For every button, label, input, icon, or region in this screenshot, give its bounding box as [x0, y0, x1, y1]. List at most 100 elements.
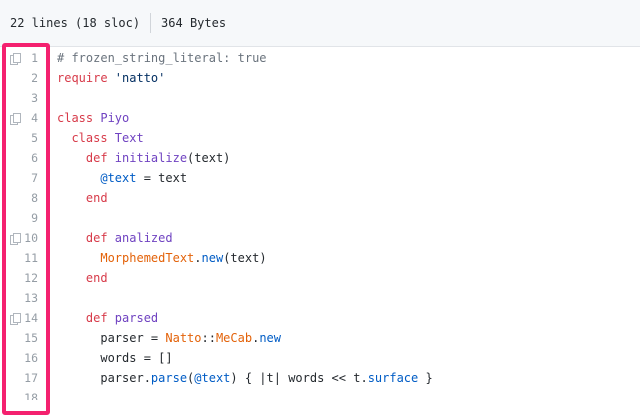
line-number[interactable]: 7 [31, 168, 38, 188]
line-gutter: 7 [0, 168, 48, 188]
code-token: parser. [57, 371, 151, 385]
code-text: end [57, 268, 108, 288]
code-token: } [418, 371, 433, 385]
code-line: 5 class Text [0, 128, 640, 148]
code-line: 13 [0, 288, 640, 308]
code-token: MeCab [215, 331, 253, 345]
line-number[interactable]: 11 [24, 248, 38, 268]
line-number[interactable]: 12 [24, 268, 38, 288]
code-line: 11 MorphemedText.new(text) [0, 248, 640, 268]
copy-icon[interactable] [10, 233, 21, 245]
line-number[interactable]: 5 [31, 128, 38, 148]
code-token: @text [194, 371, 231, 385]
code-text: words = [] [57, 348, 173, 368]
code-line: 9 [0, 208, 640, 228]
code-token: ) { |t| words << t. [230, 371, 368, 385]
code-text: def analized [57, 228, 173, 248]
code-token: . [194, 251, 202, 265]
file-size: 364 Bytes [161, 16, 227, 30]
code-token: (text) [223, 251, 267, 265]
line-number[interactable]: 18 [24, 388, 38, 400]
code-token: def [57, 311, 115, 325]
code-text: def parsed [57, 308, 158, 328]
code-text: end [57, 188, 108, 208]
line-number[interactable]: 6 [31, 148, 38, 168]
code-token: words = [] [57, 351, 173, 365]
line-gutter: 17 [0, 368, 48, 388]
line-number[interactable]: 10 [24, 228, 38, 248]
code-token: Natto [165, 331, 202, 345]
code-token: def [57, 231, 115, 245]
code-token: end [57, 271, 108, 285]
code-line: 17 parser.parse(@text) { |t| words << t.… [0, 368, 640, 388]
code-line: 15 parser = Natto::MeCab.new [0, 328, 640, 348]
code-line: 18 [0, 388, 640, 400]
code-token: MorphemedText [57, 251, 195, 265]
line-number[interactable]: 4 [31, 108, 38, 128]
code-text: class Piyo [57, 108, 129, 128]
line-gutter: 4 [0, 108, 48, 128]
line-number[interactable]: 15 [24, 328, 38, 348]
code-token: class [57, 111, 101, 125]
code-token: (text) [187, 151, 231, 165]
code-text: parser.parse(@text) { |t| words << t.sur… [57, 368, 433, 388]
code-token: 'natto' [114, 71, 166, 85]
line-number[interactable]: 14 [24, 308, 38, 328]
line-gutter: 6 [0, 148, 48, 168]
code-token: new [201, 251, 224, 265]
code-line: 10 def analized [0, 228, 640, 248]
line-gutter: 14 [0, 308, 48, 328]
code-token: new [259, 331, 281, 345]
code-token: Text [114, 131, 144, 145]
code-line: 12 end [0, 268, 640, 288]
line-gutter: 10 [0, 228, 48, 248]
code-line: 2 require 'natto' [0, 68, 640, 88]
line-number[interactable]: 16 [24, 348, 38, 368]
code-line: 3 [0, 88, 640, 108]
code-text: class Text [57, 128, 144, 148]
line-gutter: 5 [0, 128, 48, 148]
code-token: initialize [114, 151, 188, 165]
code-token: Piyo [100, 111, 130, 125]
line-number[interactable]: 2 [31, 68, 38, 88]
line-number[interactable]: 9 [31, 208, 38, 228]
code-line: 6 def initialize(text) [0, 148, 640, 168]
code-text: MorphemedText.new(text) [57, 248, 267, 268]
code-token: :: [201, 331, 216, 345]
code-text: require 'natto' [57, 68, 165, 88]
code-token: analized [114, 231, 173, 245]
code-line: 16 words = [] [0, 348, 640, 368]
file-info-bar: 22 lines (18 sloc) 364 Bytes [0, 0, 640, 47]
code-token: class [57, 131, 115, 145]
line-number[interactable]: 8 [31, 188, 38, 208]
divider [150, 13, 152, 33]
code-token: surface [367, 371, 419, 385]
line-gutter: 16 [0, 348, 48, 368]
line-count: 22 lines (18 sloc) [10, 16, 141, 30]
code-line: 1 # frozen_string_literal: true [0, 48, 640, 68]
copy-icon[interactable] [10, 113, 21, 125]
code-text: def initialize(text) [57, 148, 231, 168]
line-number[interactable]: 17 [24, 368, 38, 388]
line-gutter: 3 [0, 88, 48, 108]
copy-icon[interactable] [10, 313, 21, 325]
line-gutter: 13 [0, 288, 48, 308]
line-gutter: 9 [0, 208, 48, 228]
code-token: def [57, 151, 115, 165]
code-line: 14 def parsed [0, 308, 640, 328]
code-text: parser = Natto::MeCab.new [57, 328, 281, 348]
code-view: 1 # frozen_string_literal: true 2 require '… [0, 48, 640, 400]
line-number[interactable]: 13 [24, 288, 38, 308]
code-token: @text [57, 171, 137, 185]
line-number[interactable]: 3 [31, 88, 38, 108]
line-number[interactable]: 1 [31, 48, 38, 68]
code-text: # frozen_string_literal: true [57, 48, 267, 68]
line-gutter: 2 [0, 68, 48, 88]
line-gutter: 11 [0, 248, 48, 268]
code-token: = text [136, 171, 188, 185]
code-token: parsed [114, 311, 159, 325]
code-text: @text = text [57, 168, 187, 188]
line-gutter: 15 [0, 328, 48, 348]
line-gutter: 8 [0, 188, 48, 208]
copy-icon[interactable] [10, 53, 21, 65]
